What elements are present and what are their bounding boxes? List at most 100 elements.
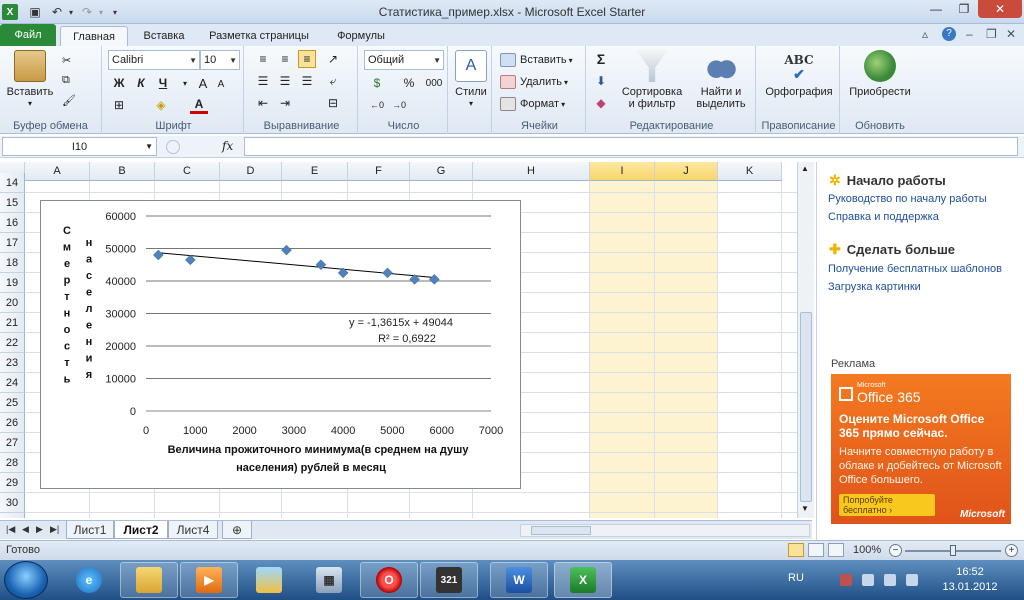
thousands-button[interactable]: 000 <box>422 74 446 92</box>
row-header-29[interactable]: 29 <box>0 473 25 493</box>
underline-dropdown-icon[interactable]: ▾ <box>176 74 194 92</box>
row-header-16[interactable]: 16 <box>0 213 25 233</box>
sheet-tab-list4[interactable]: Лист4 <box>168 521 218 539</box>
format-painter-icon[interactable]: 🖌 <box>62 90 76 110</box>
tab-file[interactable]: Файл <box>0 24 56 46</box>
tray-app-icon[interactable] <box>840 574 852 586</box>
taskbar-opera[interactable]: O <box>360 562 418 598</box>
fill-color-icon[interactable]: ◈ <box>152 96 170 114</box>
taskbar-media-player[interactable]: ▶ <box>180 562 238 598</box>
row-header-18[interactable]: 18 <box>0 253 25 273</box>
find-select-button[interactable]: Найти и выделить <box>690 50 752 110</box>
decrease-indent-icon[interactable]: ⇤ <box>254 94 272 112</box>
taskbar-internet-explorer[interactable]: e <box>60 562 118 598</box>
row-header-19[interactable]: 19 <box>0 273 25 293</box>
grow-font-button[interactable]: A <box>194 74 212 92</box>
shrink-font-button[interactable]: A <box>212 75 230 93</box>
increase-indent-icon[interactable]: ⇥ <box>276 94 294 112</box>
action-center-icon[interactable] <box>862 574 874 586</box>
free-templates-link[interactable]: Получение бесплатных шаблонов <box>828 263 1002 275</box>
align-left-icon[interactable]: ☰ <box>254 72 272 90</box>
currency-icon[interactable]: $ <box>368 74 386 92</box>
scroll-down-icon[interactable]: ▼ <box>801 504 809 513</box>
increase-decimal-icon[interactable]: ←0 <box>368 96 386 114</box>
doc-restore-icon[interactable]: ❐ <box>986 27 997 41</box>
clear-icon[interactable]: ◆ <box>592 94 610 112</box>
clip-art-link[interactable]: Загрузка картинки <box>828 281 921 293</box>
spelling-button[interactable]: ABC ✔ Орфография <box>762 50 836 98</box>
column-header-b[interactable]: B <box>90 162 155 181</box>
row-header-24[interactable]: 24 <box>0 373 25 393</box>
volume-icon[interactable] <box>906 574 918 586</box>
network-icon[interactable] <box>884 574 896 586</box>
zoom-out-icon[interactable]: − <box>889 544 902 557</box>
number-format-combo[interactable]: Общий ▼ <box>364 50 444 70</box>
scroll-up-icon[interactable]: ▲ <box>801 164 809 173</box>
autosum-button[interactable]: Σ <box>592 50 610 68</box>
scatter-chart[interactable]: 0 10000 20000 30000 40000 50000 60000 0 1000 2000… <box>40 200 521 489</box>
align-top-icon[interactable]: ≡ <box>254 50 272 68</box>
font-size-combo[interactable]: 10 ▼ <box>200 50 240 70</box>
horizontal-scrollbar[interactable] <box>520 524 810 537</box>
cut-icon[interactable]: ✂ <box>62 50 71 70</box>
taskbar-file-explorer[interactable] <box>120 562 178 598</box>
row-header-25[interactable]: 25 <box>0 393 25 413</box>
tab-page-layout[interactable]: Разметка страницы <box>204 26 314 46</box>
percent-button[interactable]: % <box>400 74 418 92</box>
sheet-tab-list2[interactable]: Лист2 <box>114 521 168 539</box>
tab-formulas[interactable]: Формулы <box>330 26 392 46</box>
delete-cells-button[interactable]: Удалить ▾ <box>500 72 568 92</box>
last-sheet-icon[interactable]: ▶| <box>50 524 59 535</box>
language-indicator[interactable]: RU <box>788 572 804 584</box>
minimize-icon[interactable]: — <box>922 0 950 18</box>
taskbar-media-player-classic[interactable]: 321 <box>420 562 478 598</box>
help-support-link[interactable]: Справка и поддержка <box>828 211 939 223</box>
name-box-dropdown-icon[interactable]: ▼ <box>145 142 153 151</box>
help-icon[interactable]: ? <box>942 27 956 41</box>
number-format-dropdown-icon[interactable]: ▼ <box>433 56 441 65</box>
prev-sheet-icon[interactable]: ◀ <box>22 524 29 535</box>
office365-ad[interactable]: Microsoft Office 365 Оцените Microsoft O… <box>831 374 1011 524</box>
wrap-text-icon[interactable]: ⤶ <box>324 72 342 90</box>
formula-input[interactable] <box>244 137 1018 156</box>
clock[interactable]: 16:52 13.01.2012 <box>940 565 1000 595</box>
align-right-icon[interactable]: ☰ <box>298 72 316 90</box>
font-name-combo[interactable]: Calibri ▼ <box>108 50 200 70</box>
column-header-k[interactable]: K <box>718 162 782 181</box>
column-header-e[interactable]: E <box>282 162 348 181</box>
next-sheet-icon[interactable]: ▶ <box>36 524 43 535</box>
page-layout-view-icon[interactable] <box>808 543 824 557</box>
taskbar-calculator[interactable]: ▦ <box>300 562 358 598</box>
row-header-17[interactable]: 17 <box>0 233 25 253</box>
column-header-j[interactable]: J <box>655 162 718 181</box>
insert-function-button[interactable]: fx <box>222 139 233 153</box>
column-header-d[interactable]: D <box>220 162 282 181</box>
align-bottom-icon[interactable]: ≡ <box>298 50 316 68</box>
paste-button[interactable]: Вставить ▾ <box>6 50 54 110</box>
styles-button[interactable]: A Стили ▾ <box>452 50 490 110</box>
name-box[interactable]: I10 ▼ <box>2 137 157 156</box>
row-header-21[interactable]: 21 <box>0 313 25 333</box>
italic-button[interactable]: К <box>132 74 150 92</box>
format-cells-button[interactable]: Формат ▾ <box>500 94 565 114</box>
row-header-22[interactable]: 22 <box>0 333 25 353</box>
insert-sheet-icon[interactable]: ⊕ <box>222 521 252 539</box>
getting-started-link[interactable]: Руководство по началу работы <box>828 193 987 205</box>
sheet-tab-list1[interactable]: Лист1 <box>66 521 114 539</box>
row-header-30[interactable]: 30 <box>0 493 25 513</box>
orientation-icon[interactable]: ↗ <box>324 50 342 68</box>
vertical-scrollbar[interactable]: ▲ ▼ <box>797 162 814 518</box>
column-header-a[interactable]: A <box>25 162 90 181</box>
start-button[interactable] <box>4 561 48 599</box>
row-header-23[interactable]: 23 <box>0 353 25 373</box>
font-name-dropdown-icon[interactable]: ▼ <box>189 56 197 65</box>
taskbar-excel[interactable]: X <box>554 562 612 598</box>
underline-button[interactable]: Ч <box>154 74 172 92</box>
doc-minimize-icon[interactable]: – <box>966 27 973 41</box>
purchase-button[interactable]: Приобрести <box>846 50 914 98</box>
font-size-dropdown-icon[interactable]: ▼ <box>229 56 237 65</box>
zoom-slider-thumb[interactable] <box>950 545 956 556</box>
row-header-27[interactable]: 27 <box>0 433 25 453</box>
column-header-i[interactable]: I <box>590 162 655 181</box>
normal-view-icon[interactable] <box>788 543 804 557</box>
